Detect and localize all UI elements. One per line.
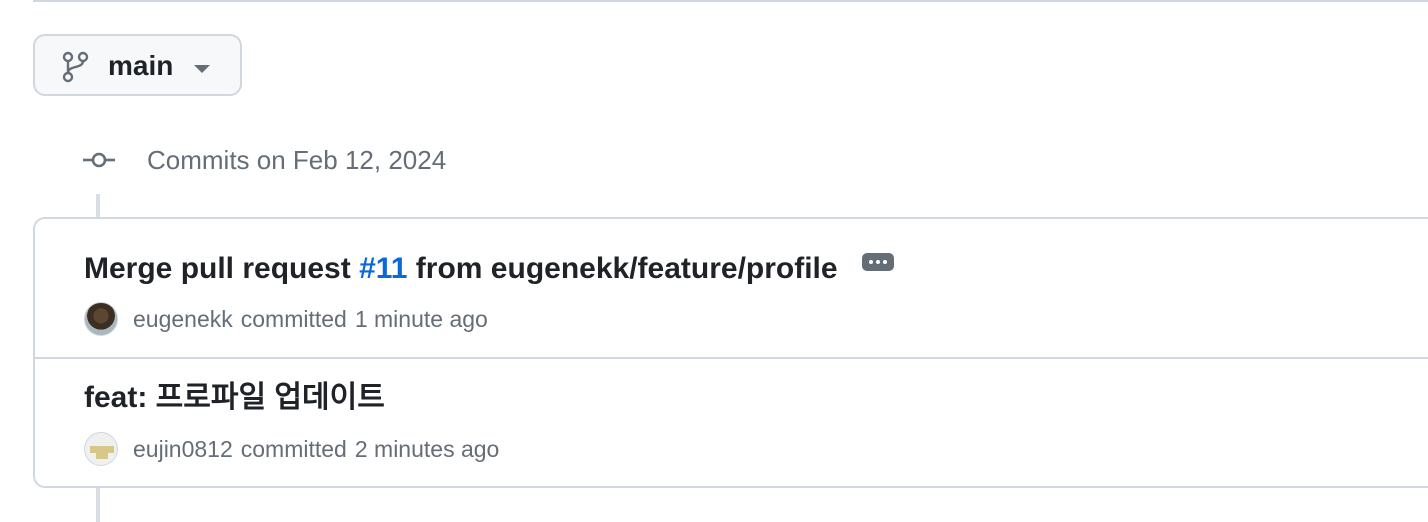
- commit-verb: committed: [240, 435, 347, 462]
- commit-title[interactable]: Merge pull request #11 from eugenekk/fea…: [84, 251, 894, 287]
- git-branch-icon: [62, 51, 89, 83]
- pull-request-link[interactable]: #11: [359, 252, 407, 285]
- commit-time: 2 minutes ago: [354, 435, 500, 462]
- avatar[interactable]: [84, 432, 118, 466]
- commit-verb: committed: [240, 305, 347, 332]
- commit-time: 1 minute ago: [354, 305, 488, 332]
- top-divider: [33, 0, 1428, 2]
- branch-name: main: [108, 50, 174, 81]
- commit-author[interactable]: eujin0812: [133, 436, 233, 463]
- branch-select-button[interactable]: main: [33, 34, 242, 96]
- commit-row: Merge pull request #11 from eugenekk/fea…: [35, 219, 1428, 359]
- commit-meta: eujin0812 committed 2 minutes ago: [84, 432, 499, 466]
- git-commit-icon: [83, 152, 115, 168]
- timeline-line: [96, 194, 100, 218]
- triangle-down-icon: [194, 65, 210, 73]
- ellipsis-icon[interactable]: [861, 253, 894, 272]
- commit-group-heading: Commits on Feb 12, 2024: [147, 145, 447, 175]
- commit-meta: eugenekk committed 1 minute ago: [84, 302, 488, 336]
- commit-title-suffix[interactable]: from eugenekk/feature/profile: [407, 252, 838, 285]
- timeline-line: [96, 487, 100, 522]
- commit-author[interactable]: eugenekk: [133, 306, 233, 333]
- commit-title[interactable]: feat: 프로파일 업데이트: [84, 380, 385, 416]
- commit-list: Merge pull request #11 from eugenekk/fea…: [33, 217, 1428, 488]
- commit-title-prefix[interactable]: Merge pull request: [84, 252, 359, 285]
- commit-row: feat: 프로파일 업데이트 eujin0812 committed 2 mi…: [35, 359, 1428, 488]
- avatar[interactable]: [84, 302, 118, 336]
